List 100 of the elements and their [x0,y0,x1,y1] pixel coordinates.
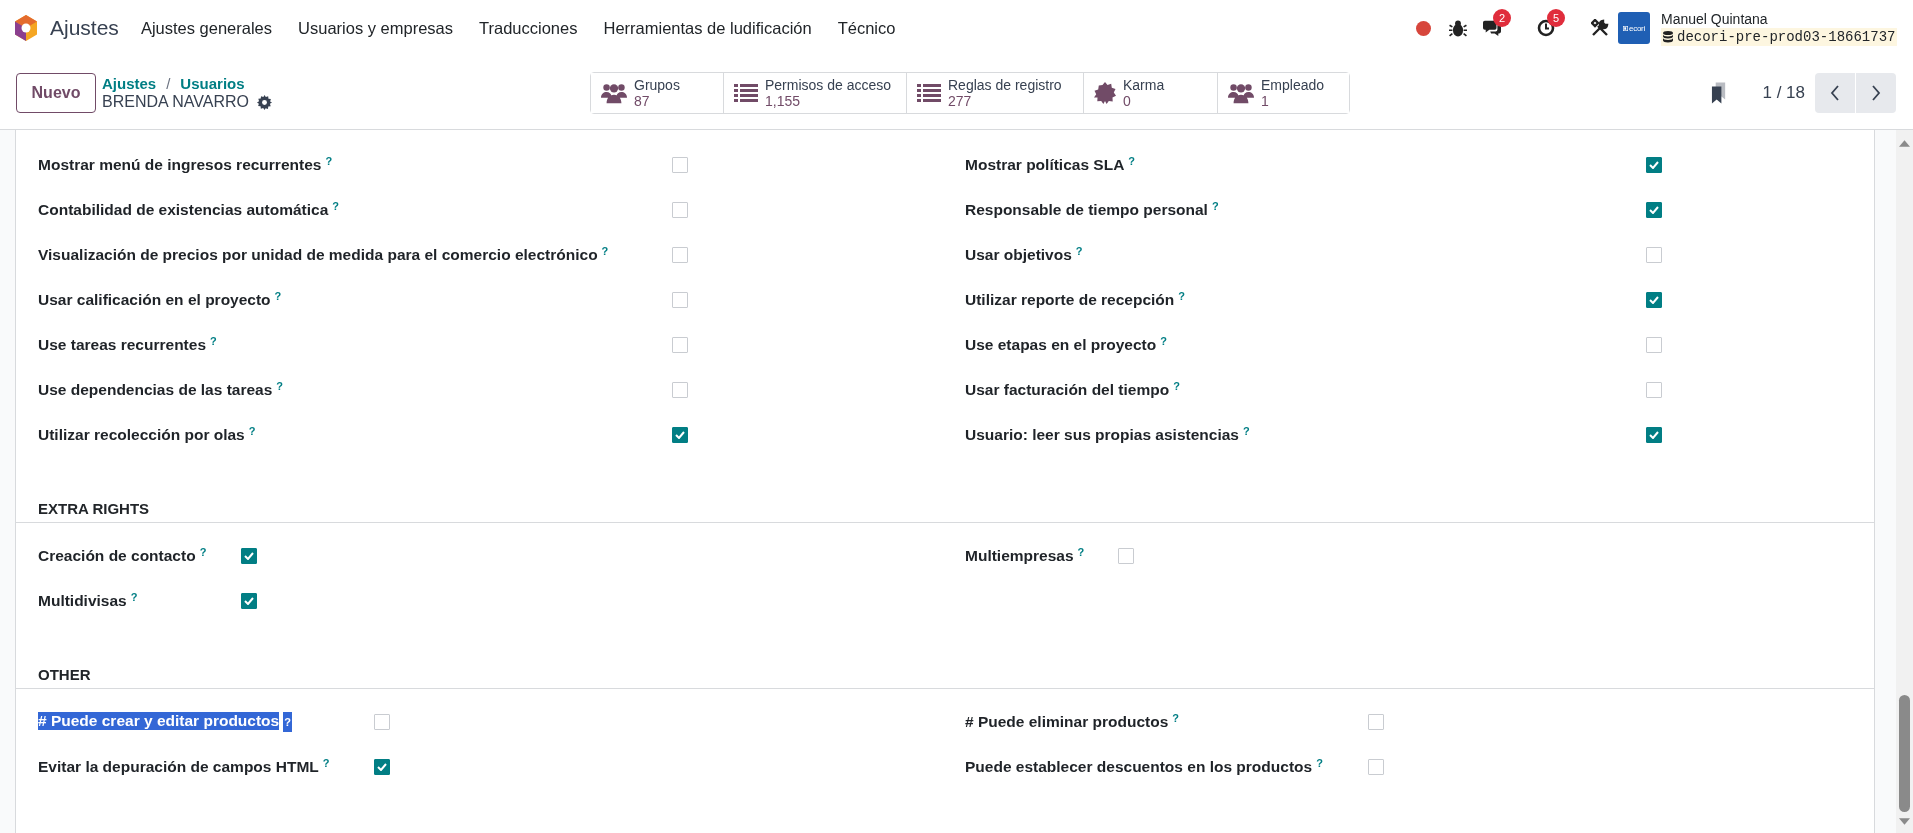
field-label: Puede establecer descuentos en los productos [965,757,1313,776]
field-label: Utilizar recolección por olas [38,425,245,444]
help-tooltip[interactable]: ? [325,155,333,166]
count-badge: 2 [1493,9,1511,27]
users-icon [1228,81,1254,104]
database-icon [1663,31,1673,43]
field-label: Usuario: leer sus propias asistencias [965,425,1239,444]
chevron-left-icon [1830,83,1840,102]
breadcrumb-link[interactable]: Ajustes [102,74,157,93]
list-icon [917,82,941,103]
menu-item[interactable]: Usuarios y empresas [298,18,454,38]
breadcrumb-link[interactable]: Usuarios [180,74,245,93]
menu-item[interactable]: Técnico [837,18,896,38]
avatar-text: ecori [1629,23,1645,33]
badge-icon [1094,81,1116,104]
checkbox[interactable] [1646,201,1662,218]
field-label: Responsable de tiempo personal [965,200,1208,219]
check-icon [1649,160,1659,169]
record-title: BRENDA NAVARRO [102,93,249,111]
database-label: decori-pre-prod03-18661737 [1661,28,1898,46]
check-icon [377,762,387,771]
field-label: # Puede crear y editar productos [38,711,280,730]
checkbox[interactable] [241,547,257,564]
user-name[interactable]: Manuel Quintana [1661,10,1913,28]
new-button[interactable]: Nuevo [16,72,96,113]
help-tooltip[interactable]: ? [1160,335,1167,346]
check-icon [244,596,254,605]
help-tooltip[interactable]: ? [274,290,282,301]
help-tooltip[interactable]: ? [1075,245,1083,256]
app-name[interactable]: Ajustes [50,16,119,40]
field-label: Evitar la depuración de campos HTML [38,757,319,776]
help-tooltip[interactable]: ? [248,425,256,436]
field-label: Use etapas en el proyecto [965,335,1157,354]
scroll-up-icon[interactable] [1899,140,1910,147]
avatar[interactable]: ecori [1618,12,1650,44]
field-label: # Puede eliminar productos [965,712,1169,731]
smart-button[interactable]: Grupos 87 [591,72,724,113]
app-logo-icon[interactable] [14,15,38,41]
tools-icon[interactable] [1591,19,1609,37]
check-icon [244,551,254,560]
check-icon [675,430,685,439]
field-label: Use dependencias de las tareas [38,380,273,399]
bug-icon[interactable] [1449,19,1467,37]
logo-mark-icon [1623,25,1629,31]
help-tooltip[interactable]: ? [1173,380,1180,391]
breadcrumb-separator: / [166,74,171,93]
checkbox[interactable] [241,592,257,609]
checkbox[interactable] [1646,156,1662,173]
field-label: Utilizar reporte de recepción [965,290,1175,309]
count-badge: 5 [1547,9,1565,27]
field-label: Visualización de precios por unidad de medida para el comercio electrónico [38,245,598,264]
field-label: Use tareas recurrentes [38,335,207,354]
check-icon [1649,205,1659,214]
clock-icon[interactable] [1537,19,1555,37]
record-dot-icon[interactable] [1416,20,1431,36]
menu-item[interactable]: Herramientas de ludificación [603,18,812,38]
field-label: Multiempresas [965,546,1074,565]
field-label: Creación de contacto [38,546,196,565]
pager-value[interactable]: 1 / 18 [1762,82,1805,103]
help-tooltip[interactable]: ? [1211,200,1219,211]
checkbox[interactable] [672,426,688,443]
scroll-down-icon[interactable] [1899,818,1910,825]
list-icon [734,82,758,103]
help-tooltip[interactable]: ? [1316,757,1323,768]
field-label: Multidivisas [38,591,127,610]
checkbox[interactable] [1646,426,1662,443]
scrollbar[interactable] [1896,130,1913,833]
field-label: Usar calificación en el proyecto [38,290,271,309]
next-button[interactable] [1856,72,1896,113]
help-tooltip[interactable]: ? [130,591,138,602]
menu-item[interactable]: Traducciones [479,18,578,38]
help-tooltip[interactable]: ? [1128,155,1136,166]
help-tooltip[interactable]: ? [283,711,292,732]
users-icon [601,81,627,104]
check-icon [1649,295,1659,304]
scrollbar-thumb[interactable] [1899,695,1910,812]
chevron-right-icon [1871,83,1881,102]
checkbox[interactable] [1646,291,1662,308]
menu-item[interactable]: Ajustes generales [140,18,273,38]
field-label: Usar facturación del tiempo [965,380,1170,399]
field-label: Mostrar políticas SLA [965,155,1125,174]
help-tooltip[interactable]: ? [322,757,330,768]
help-tooltip[interactable]: ? [1172,712,1179,723]
help-tooltip[interactable]: ? [199,546,207,557]
help-tooltip[interactable]: ? [1242,425,1250,436]
help-tooltip[interactable]: ? [210,335,217,346]
help-tooltip[interactable]: ? [1178,290,1186,301]
help-tooltip[interactable]: ? [276,380,284,391]
help-tooltip[interactable]: ? [332,200,339,211]
field-label: Contabilidad de existencias automática [38,200,329,219]
check-icon [1649,430,1659,439]
section-title: OTHER [16,665,1874,689]
checkbox[interactable] [374,758,390,775]
field-label: Mostrar menú de ingresos recurrentes [38,155,322,174]
help-tooltip[interactable]: ? [601,245,609,256]
settings-icon[interactable] [257,94,272,110]
section-title: EXTRA RIGHTS [16,499,1874,523]
previous-button[interactable] [1815,72,1855,113]
field-label: Usar objetivos [965,245,1072,264]
help-tooltip[interactable]: ? [1077,546,1085,557]
